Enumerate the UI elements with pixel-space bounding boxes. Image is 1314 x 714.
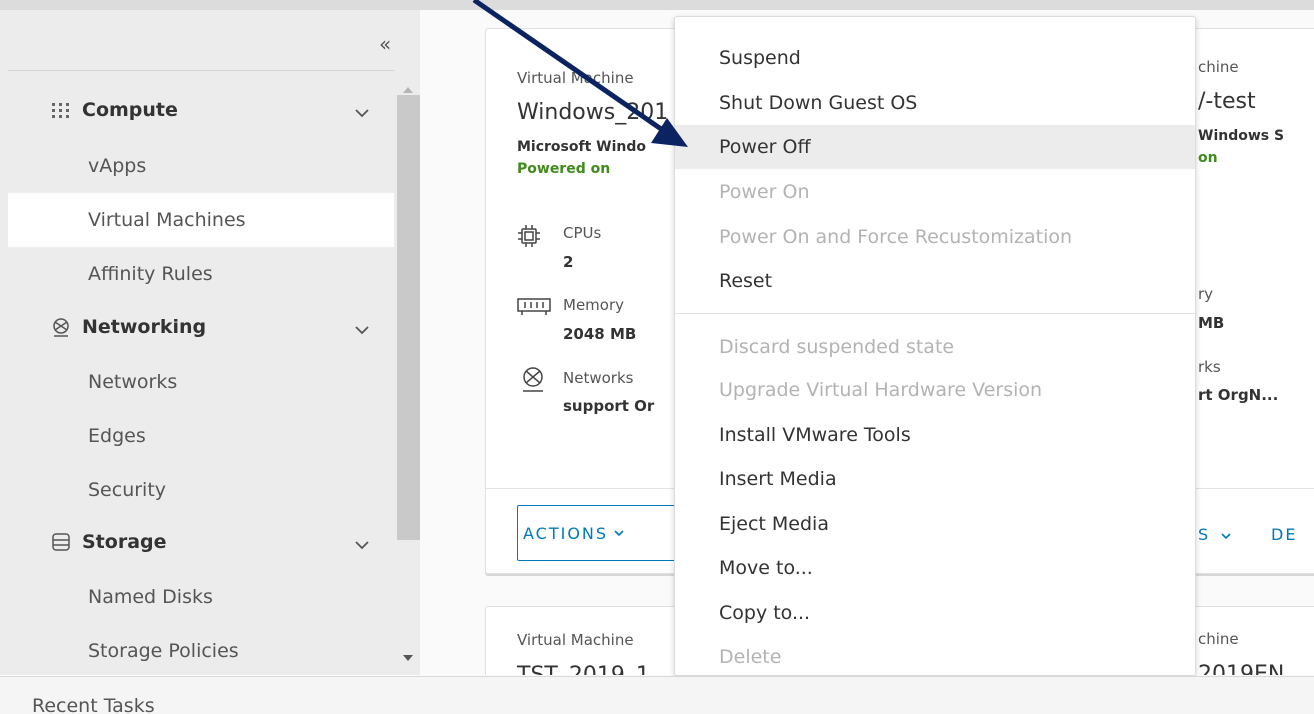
database-icon bbox=[50, 531, 72, 553]
menu-item-label: Power On bbox=[719, 181, 810, 203]
sidebar-item-affinity-rules[interactable]: Affinity Rules bbox=[8, 247, 394, 301]
card-details-button[interactable]: DE bbox=[1271, 525, 1297, 544]
sidebar-item-named-disks[interactable]: Named Disks bbox=[8, 570, 394, 624]
sidebar-item-label: Affinity Rules bbox=[88, 263, 213, 285]
nav-group-storage[interactable]: Storage bbox=[50, 531, 167, 553]
card-type-label: chine bbox=[1198, 58, 1239, 76]
menu-divider bbox=[675, 313, 1195, 314]
card-type-label: Virtual Machine bbox=[517, 631, 634, 649]
memory-label: Memory bbox=[563, 296, 625, 314]
sidebar-item-label: Networks bbox=[88, 371, 178, 393]
menu-item-label: Move to... bbox=[719, 557, 813, 579]
scroll-up-icon[interactable] bbox=[403, 87, 413, 93]
nav-group-label: Compute bbox=[82, 99, 178, 121]
chevron-down-icon[interactable] bbox=[354, 105, 370, 121]
menu-item-label: Shut Down Guest OS bbox=[719, 92, 918, 114]
menu-item-eject-media[interactable]: Eject Media bbox=[675, 502, 1195, 546]
chevron-down-icon[interactable] bbox=[354, 322, 370, 338]
nav-group-compute[interactable]: Compute bbox=[50, 99, 178, 121]
menu-item-delete: Delete bbox=[675, 635, 1195, 675]
menu-item-label: Install VMware Tools bbox=[719, 424, 911, 446]
menu-item-label: Upgrade Virtual Hardware Version bbox=[719, 379, 1043, 401]
top-bar bbox=[0, 0, 1314, 10]
card-link-label: S bbox=[1198, 525, 1211, 544]
actions-dropdown-menu: Suspend Shut Down Guest OS Power Off Pow… bbox=[674, 16, 1196, 676]
memory-label: ry bbox=[1198, 285, 1214, 303]
chevron-down-icon bbox=[1221, 533, 1231, 540]
sidebar: « Compute vApps Virtual Machines Affinit… bbox=[0, 10, 420, 675]
networks-label: Networks bbox=[563, 369, 634, 387]
actions-button[interactable]: ACTIONS bbox=[517, 505, 677, 561]
menu-item-label: Suspend bbox=[719, 47, 801, 69]
sidebar-item-label: Named Disks bbox=[88, 586, 213, 608]
card-type-label: chine bbox=[1198, 630, 1239, 648]
grid-icon bbox=[50, 99, 72, 121]
sidebar-item-virtual-machines[interactable]: Virtual Machines bbox=[8, 193, 394, 247]
cpus-value: 2 bbox=[563, 253, 574, 271]
chevron-down-icon[interactable] bbox=[354, 537, 370, 553]
menu-item-install-vmware-tools[interactable]: Install VMware Tools bbox=[675, 413, 1195, 457]
networks-label: rks bbox=[1198, 358, 1221, 376]
vm-name[interactable]: 2019EN bbox=[1198, 662, 1284, 675]
memory-value: 2048 MB bbox=[563, 325, 637, 343]
vm-name[interactable]: /-test bbox=[1198, 89, 1256, 114]
menu-item-insert-media[interactable]: Insert Media bbox=[675, 457, 1195, 501]
recent-tasks-label: Recent Tasks bbox=[32, 695, 155, 714]
menu-item-shut-down-guest-os[interactable]: Shut Down Guest OS bbox=[675, 81, 1195, 125]
vm-os: Windows S bbox=[1198, 128, 1285, 144]
menu-item-discard-suspended-state: Discard suspended state bbox=[675, 325, 1195, 369]
vm-os: Microsoft Windo bbox=[517, 139, 647, 155]
menu-item-upgrade-virtual-hardware-version: Upgrade Virtual Hardware Version bbox=[675, 368, 1195, 412]
menu-item-reset[interactable]: Reset bbox=[675, 259, 1195, 303]
sidebar-item-networks[interactable]: Networks bbox=[8, 355, 394, 409]
network-icon bbox=[50, 316, 72, 338]
chevron-down-icon bbox=[614, 530, 624, 537]
menu-item-power-on: Power On bbox=[675, 170, 1195, 214]
sidebar-item-label: Storage Policies bbox=[88, 640, 239, 662]
actions-label: ACTIONS bbox=[523, 523, 609, 543]
vm-name[interactable]: Windows_201 bbox=[517, 100, 668, 125]
menu-item-label: Delete bbox=[719, 646, 782, 668]
sidebar-scrollbar-thumb[interactable] bbox=[397, 95, 420, 540]
menu-item-label: Eject Media bbox=[719, 513, 829, 535]
sidebar-item-label: Security bbox=[88, 479, 167, 501]
nav-group-label: Storage bbox=[82, 531, 167, 553]
menu-item-power-on-force-recustomization: Power On and Force Recustomization bbox=[675, 215, 1195, 259]
sidebar-item-label: Edges bbox=[88, 425, 146, 447]
vm-status: on bbox=[1198, 150, 1218, 166]
network-icon bbox=[523, 367, 543, 392]
recent-tasks-bar[interactable]: Recent Tasks bbox=[0, 676, 1314, 714]
menu-item-label: Reset bbox=[719, 270, 773, 292]
collapse-sidebar-icon[interactable]: « bbox=[379, 32, 391, 56]
menu-item-label: Power On and Force Recustomization bbox=[719, 226, 1073, 248]
card-link-button[interactable]: S bbox=[1198, 525, 1231, 544]
menu-item-label: Insert Media bbox=[719, 468, 837, 490]
cpu-icon bbox=[518, 225, 540, 247]
menu-item-suspend[interactable]: Suspend bbox=[675, 36, 1195, 80]
vm-status: Powered on bbox=[517, 161, 611, 177]
sidebar-item-label: Virtual Machines bbox=[88, 209, 246, 231]
menu-item-copy-to[interactable]: Copy to... bbox=[675, 591, 1195, 635]
menu-item-power-off[interactable]: Power Off bbox=[675, 125, 1195, 169]
menu-item-label: Copy to... bbox=[719, 602, 811, 624]
nav-group-networking[interactable]: Networking bbox=[50, 316, 206, 338]
sidebar-item-edges[interactable]: Edges bbox=[8, 409, 394, 463]
menu-item-label: Discard suspended state bbox=[719, 336, 955, 358]
networks-value: support Or bbox=[563, 397, 655, 415]
menu-item-move-to[interactable]: Move to... bbox=[675, 546, 1195, 590]
nav-group-label: Networking bbox=[82, 316, 207, 338]
vm-name[interactable]: TST_2019_1 bbox=[517, 663, 650, 675]
sidebar-item-storage-policies[interactable]: Storage Policies bbox=[8, 624, 394, 675]
memory-value: MB bbox=[1198, 314, 1225, 332]
sidebar-item-security[interactable]: Security bbox=[8, 463, 394, 517]
cpus-label: CPUs bbox=[563, 224, 602, 242]
scroll-down-icon[interactable] bbox=[403, 655, 413, 661]
sidebar-divider bbox=[8, 70, 394, 71]
sidebar-item-label: vApps bbox=[88, 155, 147, 177]
memory-icon bbox=[517, 298, 551, 315]
networks-value: rt OrgN... bbox=[1198, 386, 1279, 404]
menu-item-label: Power Off bbox=[719, 136, 811, 158]
card-type-label: Virtual Machine bbox=[517, 69, 634, 87]
sidebar-item-vapps[interactable]: vApps bbox=[8, 139, 394, 193]
